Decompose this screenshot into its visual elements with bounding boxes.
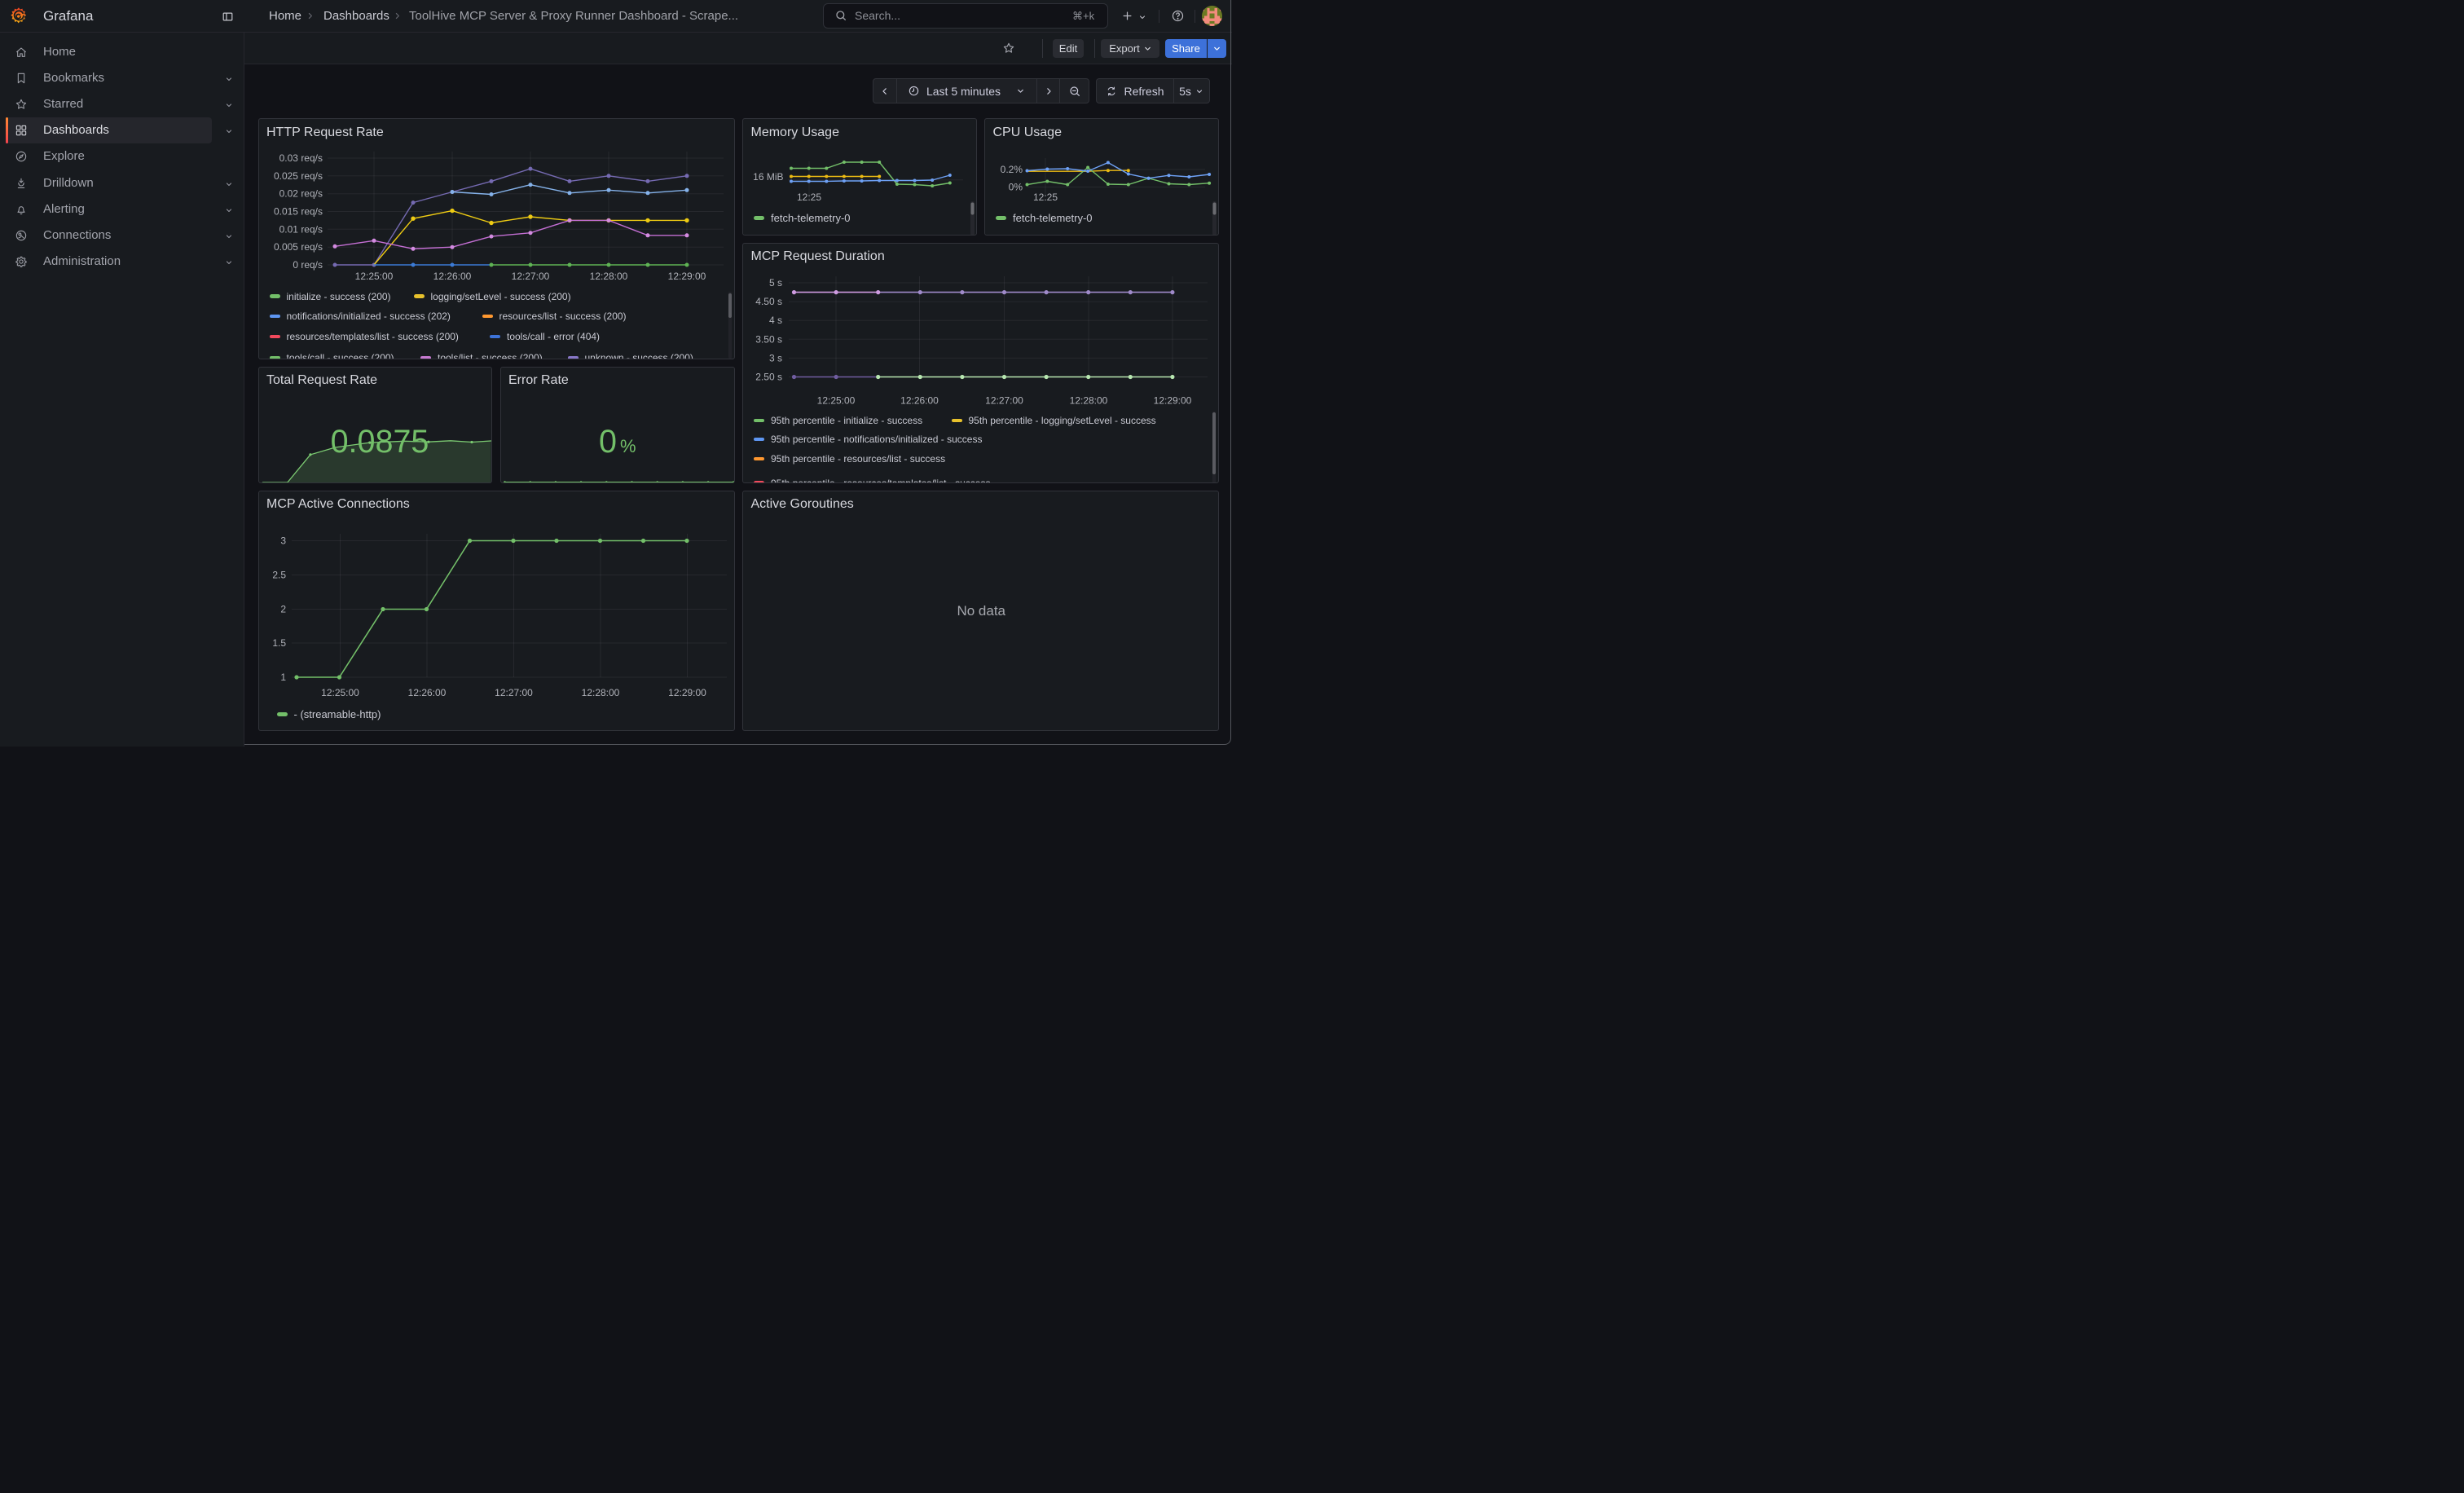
svg-text:0.2%: 0.2% (1001, 164, 1023, 175)
svg-text:1.5: 1.5 (272, 637, 286, 649)
svg-text:5 s: 5 s (769, 277, 782, 288)
svg-text:0.02 req/s: 0.02 req/s (279, 188, 322, 200)
svg-text:3 s: 3 s (769, 352, 782, 363)
svg-text:12:27:00: 12:27:00 (511, 271, 549, 282)
svg-text:2.50 s: 2.50 s (755, 371, 782, 382)
svg-text:4.50 s: 4.50 s (755, 296, 782, 307)
svg-text:12:26:00: 12:26:00 (407, 687, 446, 698)
svg-text:12:25:00: 12:25:00 (817, 394, 856, 406)
svg-text:2: 2 (280, 603, 286, 614)
svg-text:0.01 req/s: 0.01 req/s (279, 223, 322, 235)
svg-text:0.015 req/s: 0.015 req/s (273, 206, 322, 218)
svg-text:12:29:00: 12:29:00 (1154, 394, 1192, 406)
svg-text:12:26:00: 12:26:00 (900, 394, 939, 406)
svg-text:1: 1 (280, 672, 286, 683)
svg-text:12:25: 12:25 (1033, 192, 1058, 203)
svg-text:12:29:00: 12:29:00 (668, 687, 706, 698)
svg-text:12:25: 12:25 (797, 192, 821, 203)
svg-text:4 s: 4 s (769, 315, 782, 326)
svg-text:12:27:00: 12:27:00 (495, 687, 533, 698)
svg-text:12:28:00: 12:28:00 (589, 271, 627, 282)
svg-text:0: 0 (599, 424, 617, 460)
svg-text:12:25:00: 12:25:00 (321, 687, 359, 698)
svg-text:0%: 0% (1009, 182, 1023, 193)
svg-text:12:28:00: 12:28:00 (1070, 394, 1108, 406)
svg-text:12:27:00: 12:27:00 (985, 394, 1023, 406)
svg-text:12:26:00: 12:26:00 (433, 271, 471, 282)
svg-text:2.5: 2.5 (272, 569, 286, 580)
svg-text:3.50 s: 3.50 s (755, 333, 782, 345)
svg-text:0.0875: 0.0875 (330, 424, 429, 460)
svg-text:0 req/s: 0 req/s (293, 259, 323, 271)
svg-text:0.025 req/s: 0.025 req/s (273, 170, 322, 182)
svg-text:0.005 req/s: 0.005 req/s (273, 241, 322, 253)
svg-text:12:25:00: 12:25:00 (354, 271, 393, 282)
svg-text:12:28:00: 12:28:00 (581, 687, 619, 698)
svg-text:%: % (620, 436, 636, 456)
svg-text:12:29:00: 12:29:00 (667, 271, 706, 282)
svg-text:3: 3 (280, 535, 286, 546)
svg-text:16 MiB: 16 MiB (753, 171, 783, 183)
svg-text:0.03 req/s: 0.03 req/s (279, 152, 322, 164)
